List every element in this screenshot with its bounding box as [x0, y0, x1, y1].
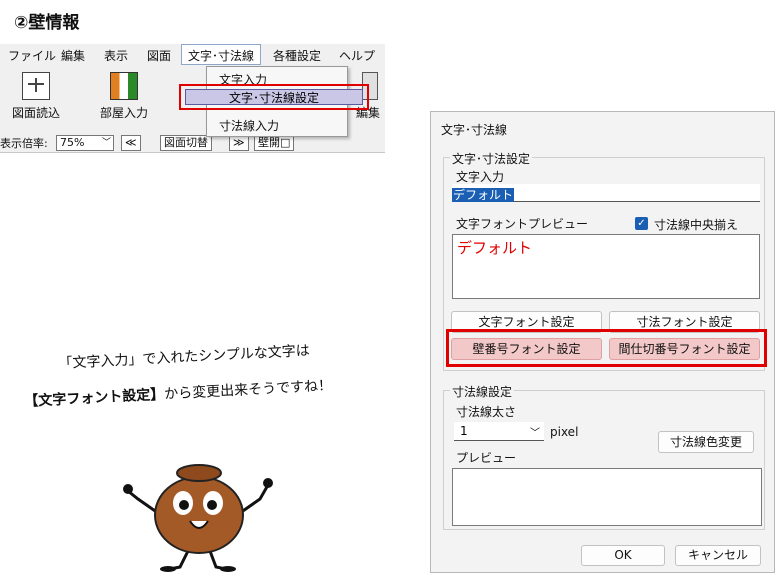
tool-room-input-label: 部屋入力	[99, 106, 148, 120]
dialog-title: 文字･寸法線	[441, 123, 508, 137]
menu-view[interactable]: 表示	[104, 47, 128, 64]
dimension-preview-box	[452, 468, 762, 526]
caption-line-1: 「文字入力」で入れたシンプルな文字は	[58, 342, 311, 373]
tool-room-input[interactable]: 部屋入力	[94, 72, 154, 121]
text-input-label: 文字入力	[456, 170, 505, 184]
zoom-value: 75%	[60, 136, 85, 149]
menu-edit[interactable]: 編集	[61, 47, 85, 64]
menu-bar: ファイル 編集 表示 図面 文字･寸法線 各種設定 ヘルプ	[0, 44, 385, 66]
room-icon	[110, 72, 138, 100]
font-preview-box: デフォルト	[452, 234, 760, 299]
menu-drawing[interactable]: 図面	[147, 47, 171, 64]
font-preview-label: 文字フォントプレビュー	[456, 217, 589, 231]
tool-load-drawing[interactable]: 図面読込	[8, 72, 64, 121]
tool-load-drawing-label: 図面読込	[11, 106, 60, 120]
mascot-illustration	[123, 464, 273, 572]
caption: 「文字入力」で入れたシンプルな文字は 【文字フォント設定】から変更出来そうですね…	[22, 336, 384, 411]
dimension-color-button[interactable]: 寸法線色変更	[658, 431, 754, 453]
menu-settings[interactable]: 各種設定	[273, 47, 321, 64]
caption-bold: 【文字フォント設定】	[24, 386, 165, 410]
text-input-field[interactable]: デフォルト	[452, 184, 760, 202]
center-align-label: 寸法線中央揃え	[654, 218, 739, 232]
text-dimension-dialog: 文字･寸法線 文字･寸法設定 文字入力 デフォルト 文字フォントプレビュー ✓ …	[430, 111, 775, 573]
text-dimension-menu: 文字入力 文字･寸法線設定 寸法線入力	[179, 66, 369, 137]
center-align-checkbox[interactable]: ✓	[635, 217, 648, 230]
menu-item-text-dimension-settings[interactable]: 文字･寸法線設定	[185, 89, 363, 105]
buttons-highlight-box	[446, 329, 767, 367]
section-heading: ②壁情報	[14, 13, 80, 33]
thickness-select[interactable]: 1 ﹀	[454, 422, 544, 441]
zoom-select[interactable]: 75% ﹀	[56, 135, 114, 151]
dimension-settings-group: 寸法線設定 寸法線太さ 1 ﹀ pixel 寸法線色変更 プレビュー	[443, 383, 765, 530]
dimension-preview-label: プレビュー	[456, 451, 517, 465]
dimension-settings-legend: 寸法線設定	[450, 383, 515, 400]
chevron-down-icon: ﹀	[101, 138, 111, 148]
zoom-label: 表示倍率:	[0, 137, 48, 150]
menu-item-dimension-input[interactable]: 寸法線入力	[207, 117, 359, 134]
cancel-button[interactable]: キャンセル	[675, 545, 761, 566]
caption-rest: から変更出来そうですね！	[163, 377, 333, 403]
highlight-box: 文字･寸法線設定	[179, 84, 369, 110]
mascot-body	[154, 476, 244, 554]
chevron-down-icon: ﹀	[530, 428, 540, 439]
text-input-value: デフォルト	[452, 188, 515, 202]
menu-file[interactable]: ファイル	[8, 47, 56, 64]
drawing-icon	[22, 72, 50, 100]
thickness-unit: pixel	[550, 425, 579, 439]
wall-open-toggle[interactable]: 壁開□	[254, 135, 295, 151]
caption-line-2: 【文字フォント設定】から変更出来そうですね！	[24, 372, 385, 411]
menu-text-dimension[interactable]: 文字･寸法線	[181, 44, 262, 65]
text-settings-legend: 文字･寸法設定	[450, 150, 533, 167]
ok-button[interactable]: OK	[581, 545, 665, 566]
next-drawing-button[interactable]: ≫	[229, 135, 249, 151]
menu-help[interactable]: ヘルプ	[339, 47, 375, 64]
font-preview-text: デフォルト	[457, 239, 533, 257]
thickness-value: 1	[460, 424, 468, 438]
switch-drawing-button[interactable]: 図面切替	[160, 135, 212, 151]
thickness-label: 寸法線太さ	[456, 405, 517, 419]
prev-drawing-button[interactable]: ≪	[121, 135, 141, 151]
